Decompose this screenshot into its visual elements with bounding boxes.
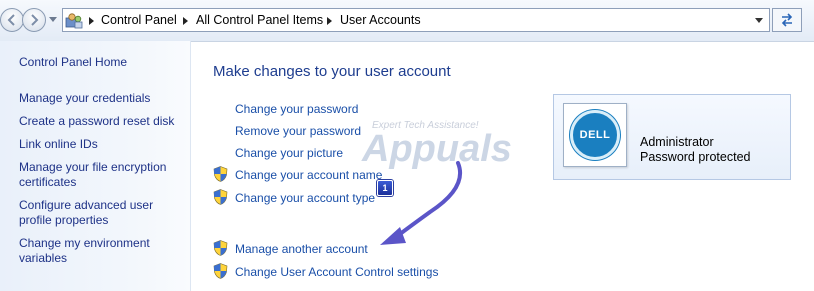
back-button[interactable] (0, 8, 24, 32)
uac-shield-icon (213, 240, 228, 256)
manage-another-account-link[interactable]: Manage another account (235, 242, 368, 256)
step-number-badge: 1 (377, 180, 393, 196)
change-account-type-link[interactable]: Change your account type (235, 191, 375, 205)
control-panel-icon (65, 13, 83, 29)
breadcrumb[interactable]: Control Panel All Control Panel Items Us… (62, 8, 770, 32)
refresh-icon (781, 13, 793, 27)
create-password-reset-disk-link[interactable]: Create a password reset disk (19, 114, 184, 129)
recent-pages-dropdown-icon[interactable] (49, 17, 57, 23)
annotation-arrow-icon (380, 161, 463, 245)
change-picture-link[interactable]: Change your picture (235, 146, 343, 160)
chevron-down-icon[interactable] (755, 18, 763, 24)
change-password-link[interactable]: Change your password (235, 102, 358, 116)
manage-file-encryption-certificates-link[interactable]: Manage your file encryption certificates (19, 160, 184, 190)
dell-logo-icon: DELL (570, 110, 620, 160)
forward-arrow-icon (31, 14, 39, 26)
uac-shield-icon (213, 166, 228, 182)
account-name: Administrator (640, 135, 714, 149)
configure-advanced-profile-link[interactable]: Configure advanced user profile properti… (19, 198, 184, 228)
remove-password-link[interactable]: Remove your password (235, 124, 361, 138)
manage-credentials-link[interactable]: Manage your credentials (19, 91, 184, 106)
account-card: DELL Administrator Password protected (553, 94, 791, 180)
breadcrumb-separator-icon[interactable] (89, 17, 94, 25)
breadcrumb-separator-icon[interactable] (327, 17, 332, 25)
change-environment-variables-link[interactable]: Change my environment variables (19, 236, 184, 266)
link-online-ids-link[interactable]: Link online IDs (19, 137, 184, 152)
change-uac-settings-link[interactable]: Change User Account Control settings (235, 265, 438, 279)
watermark-tagline: Expert Tech Assistance! (372, 120, 479, 131)
breadcrumb-all-control-panel-items[interactable]: All Control Panel Items (196, 13, 323, 27)
left-navigation-pane: Control Panel Home Manage your credentia… (0, 41, 191, 291)
account-picture: DELL (563, 103, 627, 167)
breadcrumb-user-accounts[interactable]: User Accounts (340, 13, 421, 27)
forward-button[interactable] (22, 8, 46, 32)
account-status: Password protected (640, 150, 751, 164)
back-arrow-icon (7, 14, 15, 26)
breadcrumb-control-panel[interactable]: Control Panel (101, 13, 177, 27)
breadcrumb-separator-icon[interactable] (183, 17, 188, 25)
address-bar: Control Panel All Control Panel Items Us… (0, 0, 814, 42)
uac-shield-icon (213, 263, 228, 279)
uac-shield-icon (213, 189, 228, 205)
refresh-button[interactable] (772, 8, 802, 32)
page-title: Make changes to your user account (213, 63, 451, 80)
logo-text: DELL (579, 129, 611, 141)
control-panel-home-link[interactable]: Control Panel Home (19, 55, 184, 70)
